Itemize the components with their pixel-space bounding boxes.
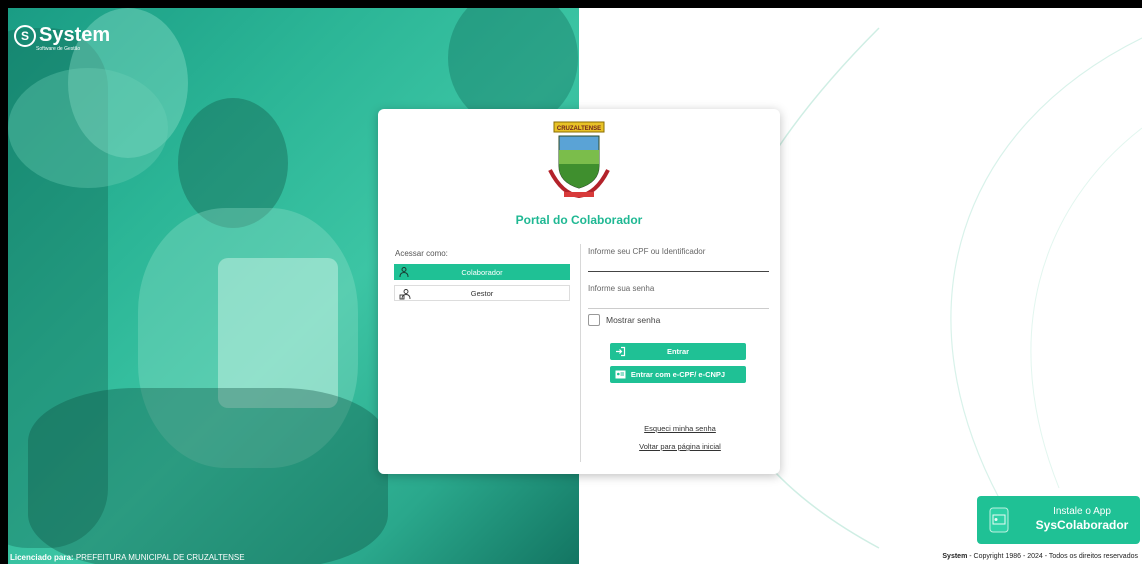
ecpf-login-label: Entrar com e-CPF/ e-CNPJ <box>630 370 726 379</box>
password-input[interactable] <box>588 308 769 309</box>
role-gestor-button[interactable]: Gestor <box>394 285 570 301</box>
show-password-checkbox[interactable] <box>588 314 600 326</box>
users-icon <box>399 267 409 278</box>
sign-in-icon <box>616 346 626 357</box>
manager-icon <box>399 289 411 300</box>
copyright-footer: System - Copyright 1986 - 2024 - Todos o… <box>942 553 1138 560</box>
role-colaborador-button[interactable]: Colaborador <box>394 264 570 280</box>
install-app-button[interactable]: Instale o App SysColaborador <box>977 496 1140 544</box>
password-field-label: Informe sua senha <box>588 284 655 293</box>
phone-app-icon <box>989 507 1009 533</box>
show-password-label: Mostrar senha <box>606 315 661 325</box>
cpf-field-label: Informe seu CPF ou Identificador <box>588 247 706 256</box>
crest-banner-text: CRUZALTENSE <box>557 126 601 132</box>
role-gestor-label: Gestor <box>470 288 494 298</box>
licensed-prefix: Licenciado para: <box>10 553 74 562</box>
cpf-input[interactable] <box>588 271 769 272</box>
back-home-link[interactable]: Voltar para página inicial <box>580 442 780 451</box>
install-app-line2: SysColaborador <box>1035 518 1129 532</box>
ecpf-login-button[interactable]: Entrar com e-CPF/ e-CNPJ <box>610 366 746 383</box>
portal-title: Portal do Colaborador <box>515 213 643 227</box>
copyright-text: - Copyright 1986 - 2024 - Todos os direi… <box>969 553 1138 560</box>
id-card-icon <box>615 370 626 379</box>
show-password-row[interactable]: Mostrar senha <box>588 314 660 326</box>
system-logo-mark-icon: S <box>14 24 36 47</box>
enter-button[interactable]: Entrar <box>610 343 746 360</box>
forgot-password-link[interactable]: Esqueci minha senha <box>580 424 780 433</box>
municipal-crest-icon: CRUZALTENSE <box>548 121 610 199</box>
brand-name: System <box>39 24 111 46</box>
role-colaborador-label: Colaborador <box>461 267 503 277</box>
enter-button-label: Entrar <box>666 347 690 356</box>
licensed-to-footer: Licenciado para: PREFEITURA MUNICIPAL DE… <box>10 553 245 562</box>
copyright-brand: System <box>942 553 968 560</box>
install-app-line1: Instale o App <box>1053 506 1111 517</box>
brand-tagline: Software de Gestão <box>36 46 81 52</box>
top-black-bar <box>0 0 1142 8</box>
access-as-label: Acessar como: <box>395 249 448 258</box>
system-logo: S System Software de Gestão <box>14 24 111 52</box>
licensed-to-name: PREFEITURA MUNICIPAL DE CRUZALTENSE <box>75 553 245 562</box>
